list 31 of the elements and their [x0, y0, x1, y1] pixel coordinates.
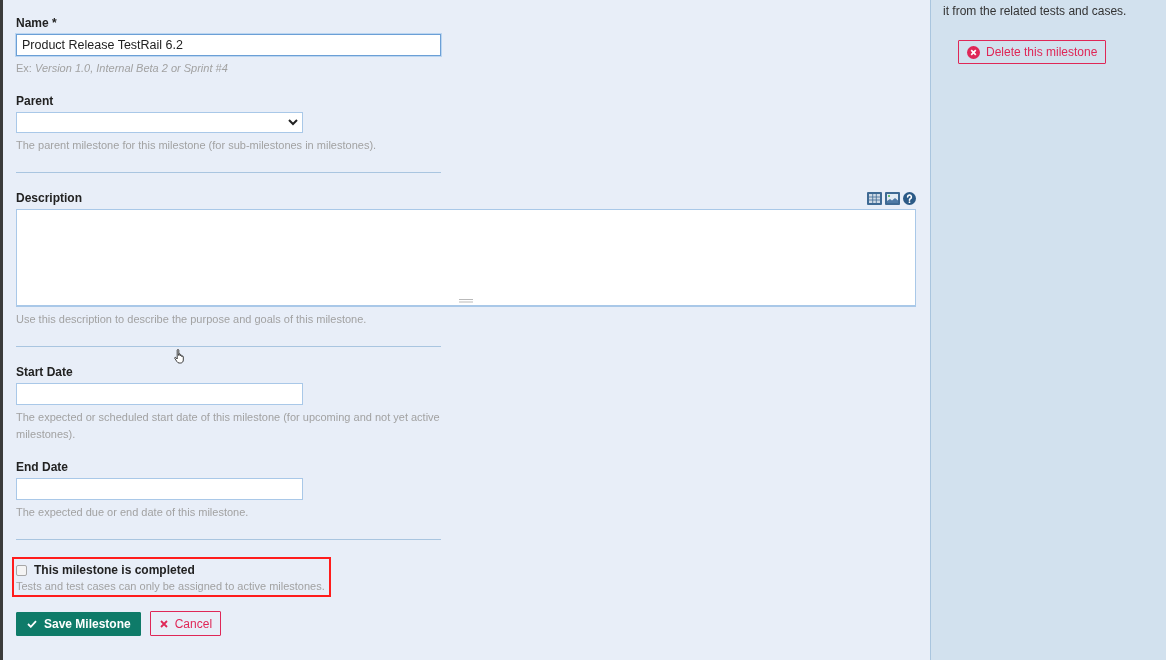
field-hint: Ex: Version 1.0, Internal Beta 2 or Sprint #4: [16, 61, 228, 76]
image-icon[interactable]: [885, 192, 900, 205]
date-input[interactable]: [16, 383, 303, 405]
close-icon: [159, 619, 168, 628]
field-hint: The expected or scheduled start date of this milestone (for upcoming and not yet active milestones).: [16, 410, 441, 442]
checkbox[interactable]: [16, 564, 27, 576]
field-label: Start Date: [16, 364, 73, 380]
chevron-down-icon: [288, 119, 298, 126]
date-input[interactable]: [16, 478, 303, 500]
select-field[interactable]: [16, 112, 303, 133]
hand-cursor-icon: [174, 349, 185, 364]
sidebar-text: it from the related tests and cases.: [943, 3, 1127, 19]
field-label: End Date: [16, 459, 68, 475]
save-button[interactable]: Save Milestone: [16, 611, 141, 636]
field-label: Parent: [16, 93, 54, 109]
checkbox-label: This milestone is completed: [34, 562, 195, 578]
help-icon[interactable]: [903, 192, 916, 205]
field-hint: The parent milestone for this milestone (for sub-milestones in milestones).: [16, 138, 377, 153]
delete-button[interactable]: Delete this milestone: [958, 40, 1107, 64]
field-hint: Tests and test cases can only be assigned to active milestones.: [16, 579, 325, 594]
description-field[interactable]: [16, 209, 916, 307]
field-label: Description: [16, 190, 82, 206]
table-icon[interactable]: [867, 192, 882, 205]
check-icon: [27, 619, 37, 628]
delete-icon: [967, 45, 980, 59]
resize-grip-icon[interactable]: [459, 299, 473, 303]
field-hint: The expected due or end date of this milestone.: [16, 505, 249, 520]
field-label: Name *: [16, 15, 57, 31]
cancel-button[interactable]: Cancel: [149, 611, 222, 636]
field-hint: Use this description to describe the purpose and goals of this milestone.: [16, 312, 367, 327]
text-input[interactable]: Product Release TestRail 6.2: [16, 34, 441, 56]
